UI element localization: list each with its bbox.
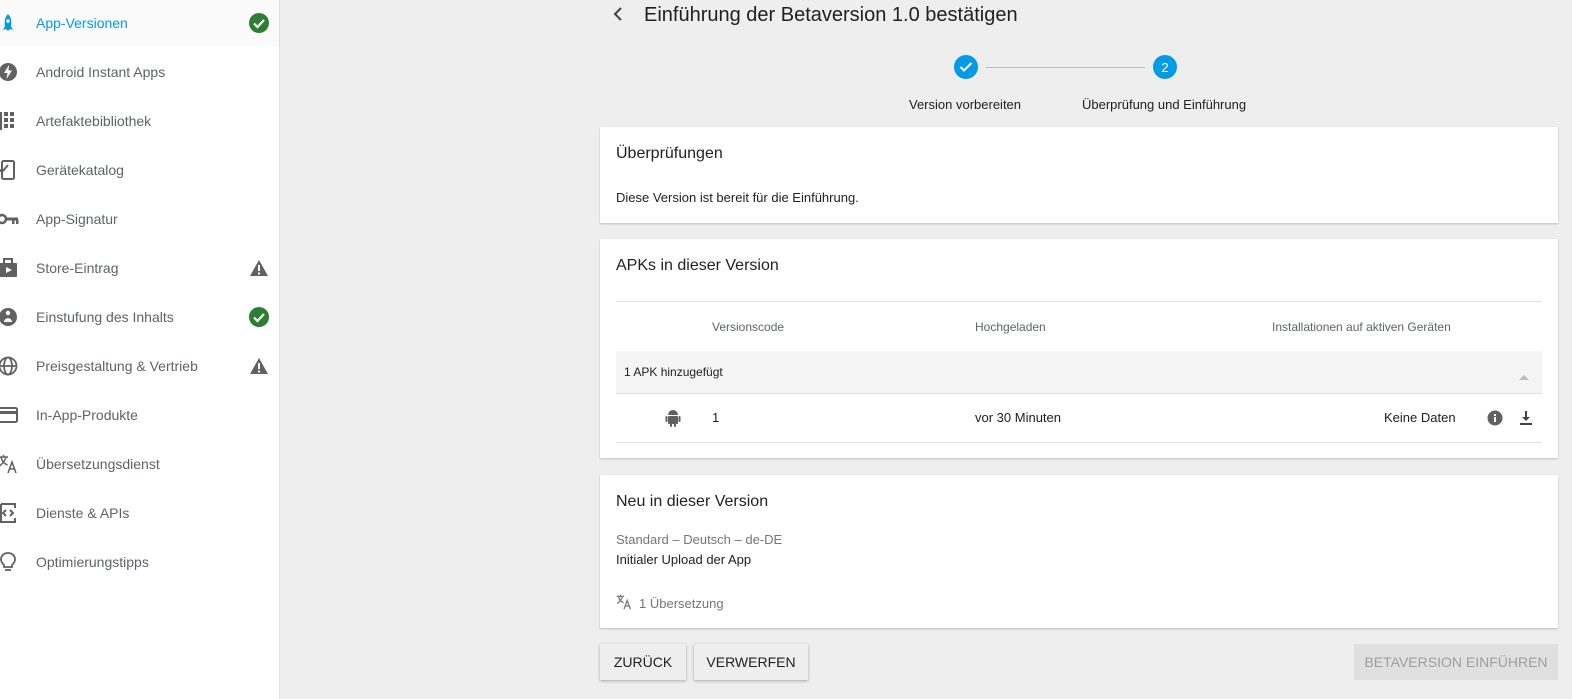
installs-cell: Keine Daten bbox=[1384, 410, 1456, 425]
back-arrow-button[interactable] bbox=[607, 3, 629, 25]
sidebar-item-label: Gerätekatalog bbox=[36, 161, 124, 178]
version-code-cell: 1 bbox=[712, 410, 720, 425]
translations-count[interactable]: 1 Übersetzung bbox=[639, 596, 724, 611]
sidebar-item-services-apis[interactable]: Dienste & APIs bbox=[0, 488, 279, 537]
step-done-indicator bbox=[954, 55, 978, 79]
check-circle-icon bbox=[248, 12, 270, 34]
sidebar-item-label: App-Signatur bbox=[36, 210, 118, 227]
review-card: Überprüfungen Diese Version ist bereit f… bbox=[600, 127, 1558, 223]
sidebar-item-label: Android Instant Apps bbox=[36, 63, 166, 80]
download-icon[interactable] bbox=[1516, 408, 1536, 428]
step-number: 2 bbox=[1153, 55, 1177, 79]
warning-icon bbox=[248, 257, 270, 279]
check-circle-icon bbox=[248, 306, 270, 328]
sidebar-item-label: Einstufung des Inhalts bbox=[36, 308, 174, 325]
sidebar-item-content-rating[interactable]: Einstufung des Inhalts bbox=[0, 292, 279, 341]
back-button[interactable]: ZURÜCK bbox=[600, 644, 686, 680]
globe-icon bbox=[0, 355, 19, 377]
sidebar-item-device-catalog[interactable]: Gerätekatalog bbox=[0, 145, 279, 194]
card-icon bbox=[0, 404, 19, 426]
android-icon bbox=[665, 409, 681, 432]
uploaded-cell: vor 30 Minuten bbox=[975, 410, 1061, 425]
sidebar-item-label: Übersetzungsdienst bbox=[36, 455, 160, 472]
rollout-beta-button[interactable]: BETAVERSION EINFÜHREN bbox=[1354, 644, 1558, 680]
lightning-icon bbox=[0, 61, 19, 83]
device-check-icon bbox=[0, 159, 19, 181]
sidebar-item-label: Store-Eintrag bbox=[36, 259, 119, 276]
column-header-installs: Installationen auf aktiven Geräten bbox=[1272, 320, 1451, 334]
apk-card-title: APKs in dieser Version bbox=[616, 257, 779, 274]
info-icon[interactable] bbox=[1485, 408, 1505, 428]
key-icon bbox=[0, 208, 19, 230]
sidebar: App-Versionen Android Instant Apps Artef… bbox=[0, 0, 280, 699]
sidebar-item-store-listing[interactable]: Store-Eintrag bbox=[0, 243, 279, 292]
warning-icon bbox=[248, 355, 270, 377]
translate-icon bbox=[616, 594, 632, 615]
apk-card: APKs in dieser Version Versionscode Hoch… bbox=[600, 239, 1558, 458]
sidebar-item-instant-apps[interactable]: Android Instant Apps bbox=[0, 47, 279, 96]
sidebar-item-in-app-products[interactable]: In-App-Produkte bbox=[0, 390, 279, 439]
discard-button[interactable]: VERWERFEN bbox=[694, 644, 808, 680]
sidebar-item-translation-service[interactable]: Übersetzungsdienst bbox=[0, 439, 279, 488]
release-notes-language: Standard – Deutsch – de-DE bbox=[616, 532, 783, 547]
chevron-left-icon bbox=[613, 7, 622, 21]
step-label-prepare: Version vorbereiten bbox=[909, 97, 1022, 112]
sidebar-item-artifact-library[interactable]: Artefaktebibliothek bbox=[0, 96, 279, 145]
apk-group-label: 1 APK hinzugefügt bbox=[624, 365, 723, 379]
sidebar-item-label: Artefaktebibliothek bbox=[36, 112, 152, 129]
sidebar-item-app-versions[interactable]: App-Versionen bbox=[0, 0, 279, 47]
sidebar-item-label: Preisgestaltung & Vertrieb bbox=[36, 357, 198, 374]
step-label-review: Überprüfung und Einführung bbox=[1082, 97, 1247, 112]
review-card-title: Überprüfungen bbox=[616, 145, 723, 162]
apk-group-row[interactable]: 1 APK hinzugefügt bbox=[616, 351, 1542, 394]
rating-icon bbox=[0, 306, 19, 328]
table-row: 1 vor 30 Minuten Keine Daten bbox=[616, 394, 1542, 443]
sidebar-item-app-signing[interactable]: App-Signatur bbox=[0, 194, 279, 243]
sidebar-item-label: In-App-Produkte bbox=[36, 406, 138, 423]
apk-table-header: Versionscode Hochgeladen Installationen … bbox=[616, 301, 1542, 352]
rocket-icon bbox=[0, 12, 19, 34]
sidebar-item-optimization-tips[interactable]: Optimierungstipps bbox=[0, 537, 279, 586]
step-connector bbox=[986, 67, 1145, 68]
release-notes-text: Initialer Upload der App bbox=[616, 552, 752, 567]
sidebar-item-label: Dienste & APIs bbox=[36, 504, 130, 521]
translate-icon bbox=[0, 453, 19, 475]
column-header-version-code: Versionscode bbox=[712, 320, 785, 334]
release-notes-title: Neu in dieser Version bbox=[616, 493, 769, 510]
collapse-arrow-icon[interactable] bbox=[1519, 367, 1529, 385]
sidebar-item-pricing-distribution[interactable]: Preisgestaltung & Vertrieb bbox=[0, 341, 279, 390]
page-title: Einführung der Betaversion 1.0 bestätige… bbox=[644, 4, 1018, 26]
grid-icon bbox=[0, 110, 19, 132]
sidebar-item-label: Optimierungstipps bbox=[36, 553, 149, 570]
column-header-uploaded: Hochgeladen bbox=[975, 320, 1046, 334]
api-icon bbox=[0, 502, 19, 524]
lightbulb-icon bbox=[0, 551, 19, 573]
sidebar-item-label: App-Versionen bbox=[36, 14, 128, 31]
check-icon bbox=[959, 62, 973, 72]
review-message: Diese Version ist bereit für die Einführ… bbox=[616, 190, 859, 205]
store-icon bbox=[0, 257, 19, 279]
release-notes-card: Neu in dieser Version Standard – Deutsch… bbox=[600, 475, 1558, 628]
